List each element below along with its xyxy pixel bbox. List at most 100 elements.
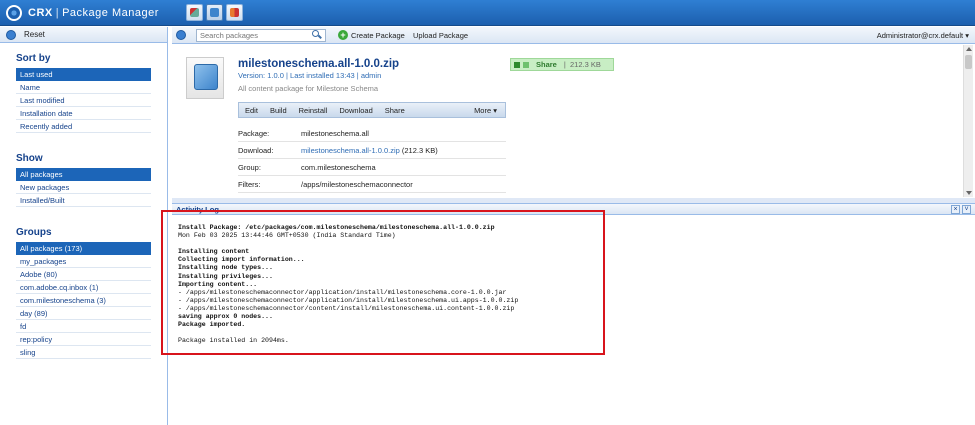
- package-version: 1.0.0: [267, 71, 284, 80]
- share-switch-button[interactable]: [226, 4, 243, 21]
- group-item[interactable]: Adobe (80): [16, 268, 151, 281]
- share-size-value: 212.3 KB: [569, 60, 601, 69]
- group-item[interactable]: day (89): [16, 307, 151, 320]
- brand-separator: |: [55, 7, 60, 19]
- group-item[interactable]: rep:policy: [16, 333, 151, 346]
- package-description: All content package for Milestone Schema: [238, 84, 379, 93]
- user-menu[interactable]: Administrator@crx.default ▾: [877, 31, 969, 40]
- property-value: /apps/milestoneschemaconnector: [301, 180, 413, 189]
- scroll-up-icon[interactable]: [966, 47, 972, 51]
- top-switcher: [186, 4, 243, 21]
- share-size: | 212.3 KB: [563, 60, 601, 69]
- property-value: milestoneschema.all-1.0.0.zip (212.3 KB): [301, 142, 438, 158]
- installed-by: admin: [360, 71, 382, 80]
- clear-log-icon[interactable]: ×: [951, 205, 960, 214]
- package-properties: Package: milestoneschema.all Download: m…: [238, 125, 506, 193]
- status-square-icon: [514, 61, 520, 68]
- tools-switch-button[interactable]: [186, 4, 203, 21]
- sort-item[interactable]: Recently added: [16, 120, 151, 133]
- sort-item[interactable]: Installation date: [16, 107, 151, 120]
- group-item[interactable]: All packages (173): [16, 242, 151, 255]
- create-package-button[interactable]: + Create Package: [338, 30, 405, 40]
- activity-log-tools: × ˅: [951, 205, 971, 214]
- property-label: Download:: [238, 146, 274, 155]
- activity-log-text: Install Package: /etc/packages/com.miles…: [178, 224, 518, 345]
- top-bar: CRX | Package Manager: [0, 0, 975, 26]
- search-input[interactable]: [196, 29, 326, 42]
- package-scrollbar[interactable]: [963, 45, 973, 197]
- log-line: saving approx 0 nodes...: [178, 313, 273, 321]
- tools-icon: [190, 8, 199, 17]
- group-item[interactable]: com.adobe.cq.inbox (1): [16, 281, 151, 294]
- left-panel: Reset Sort by Last used Name Last modifi…: [0, 27, 168, 425]
- property-row: Download: milestoneschema.all-1.0.0.zip …: [238, 142, 506, 159]
- property-label: Group:: [238, 163, 261, 172]
- share-status-label: Share: [536, 60, 557, 69]
- scroll-thumb[interactable]: [965, 55, 972, 69]
- show-item[interactable]: Installed/Built: [16, 194, 151, 207]
- property-value: com.milestoneschema: [301, 163, 376, 172]
- sort-item[interactable]: Last modified: [16, 94, 151, 107]
- group-item[interactable]: fd: [16, 320, 151, 333]
- left-toolbar: Reset: [0, 27, 167, 43]
- package-icon: [210, 8, 219, 17]
- log-line: Mon Feb 03 2025 13:44:46 GMT+0530 (India…: [178, 232, 396, 240]
- group-item[interactable]: my_packages: [16, 255, 151, 268]
- group-item[interactable]: sling: [16, 346, 151, 359]
- meta-separator: |: [285, 71, 288, 80]
- show-item[interactable]: All packages: [16, 168, 151, 181]
- download-button[interactable]: Download: [333, 106, 378, 115]
- download-link[interactable]: milestoneschema.all-1.0.0.zip: [301, 146, 400, 155]
- search-icon[interactable]: [312, 30, 322, 40]
- log-line: Collecting import information...: [178, 256, 305, 264]
- sort-item[interactable]: Name: [16, 81, 151, 94]
- group-item[interactable]: com.milestoneschema (3): [16, 294, 151, 307]
- scroll-down-icon[interactable]: [966, 191, 972, 195]
- activity-log-body: Install Package: /etc/packages/com.miles…: [172, 216, 975, 425]
- property-row: Package: milestoneschema.all: [238, 125, 506, 142]
- build-button[interactable]: Build: [264, 106, 293, 115]
- log-line: Importing content...: [178, 280, 258, 288]
- sort-item[interactable]: Last used: [16, 68, 151, 81]
- more-menu-button[interactable]: More ▾: [468, 106, 505, 115]
- status-square-icon: [523, 61, 529, 68]
- package-box-icon: [194, 64, 218, 90]
- sort-by-list: Last used Name Last modified Installatio…: [0, 68, 167, 133]
- refresh-icon[interactable]: [176, 30, 186, 40]
- plus-icon: +: [338, 30, 348, 40]
- main-toolbar: + Create Package Upload Package Administ…: [172, 27, 975, 44]
- edit-button[interactable]: Edit: [239, 106, 264, 115]
- app-name: Package Manager: [62, 7, 159, 19]
- property-value: milestoneschema.all: [301, 129, 369, 138]
- log-line: Installing privileges...: [178, 272, 273, 280]
- version-prefix: Version:: [238, 71, 266, 80]
- installed-prefix: Last installed: [290, 71, 334, 80]
- installed-time: 13:43: [335, 71, 355, 80]
- share-status-badge: Share | 212.3 KB: [510, 58, 614, 71]
- collapse-log-icon[interactable]: ˅: [962, 205, 971, 214]
- brand-label: CRX: [28, 7, 53, 19]
- share-button[interactable]: Share: [379, 106, 411, 115]
- globe-icon: [6, 5, 22, 21]
- package-thumbnail: [186, 57, 224, 99]
- activity-log-header: Activity Log × ˅: [172, 203, 975, 215]
- reinstall-button[interactable]: Reinstall: [293, 106, 334, 115]
- show-list: All packages New packages Installed/Buil…: [0, 168, 167, 207]
- groups-heading: Groups: [16, 227, 52, 238]
- sort-by-heading: Sort by: [16, 53, 51, 64]
- log-line: - /apps/milestoneschemaconnector/content…: [178, 304, 515, 312]
- download-size: (212.3 KB): [399, 146, 438, 155]
- reset-button[interactable]: Reset: [24, 30, 45, 39]
- reset-icon[interactable]: [6, 29, 16, 40]
- upload-package-button[interactable]: Upload Package: [413, 31, 468, 40]
- log-line: Installing content: [178, 248, 250, 256]
- packages-switch-button[interactable]: [206, 4, 223, 21]
- package-title[interactable]: milestoneschema.all-1.0.0.zip: [238, 58, 399, 70]
- show-item[interactable]: New packages: [16, 181, 151, 194]
- app-title: CRX | Package Manager: [28, 7, 159, 19]
- property-row: Group: com.milestoneschema: [238, 159, 506, 176]
- property-label: Filters:: [238, 180, 261, 189]
- meta-separator: |: [356, 71, 359, 80]
